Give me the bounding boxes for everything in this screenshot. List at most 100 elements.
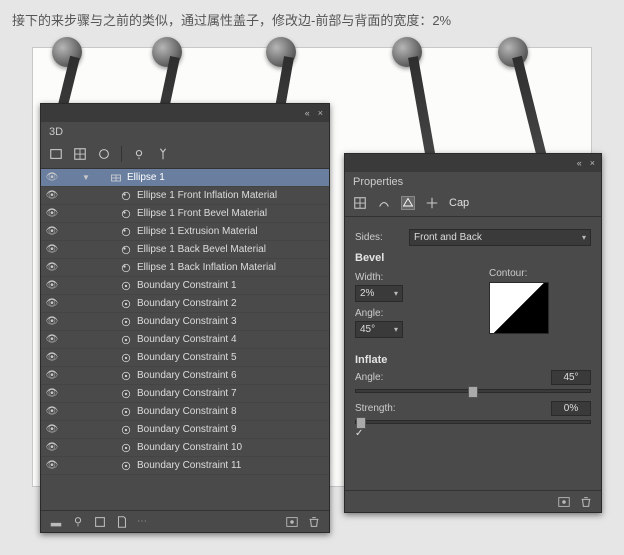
visibility-eye-icon[interactable]: 👁 <box>45 370 59 381</box>
layer-label: Ellipse 1 Front Inflation Material <box>137 190 325 201</box>
visibility-eye-icon[interactable]: 👁 <box>45 262 59 273</box>
bevel-angle-dropdown[interactable]: 45°▾ <box>355 321 403 338</box>
constraint-icon <box>119 315 133 329</box>
delete-icon[interactable] <box>579 495 593 509</box>
layer-list[interactable]: 👁▼Ellipse 1👁Ellipse 1 Front Inflation Ma… <box>41 169 329 475</box>
visibility-eye-icon[interactable]: 👁 <box>45 424 59 435</box>
mesh-section-icon[interactable] <box>353 196 367 210</box>
properties-section-toolbar: Cap <box>345 190 601 217</box>
constraint-icon <box>119 369 133 383</box>
coordinates-section-icon[interactable] <box>425 196 439 210</box>
material-filter-icon[interactable] <box>97 147 111 161</box>
constraint-icon <box>119 405 133 419</box>
3d-panel-footbar: ⋯ <box>41 510 329 532</box>
visibility-eye-icon[interactable]: 👁 <box>45 280 59 291</box>
visibility-eye-icon[interactable]: 👁 <box>45 316 59 327</box>
layer-row[interactable]: 👁 Ellipse 1 Front Inflation Material <box>41 187 329 205</box>
layer-label: Boundary Constraint 5 <box>137 352 325 363</box>
mesh-icon <box>109 171 123 185</box>
visibility-eye-icon[interactable]: 👁 <box>45 406 59 417</box>
render-icon[interactable] <box>285 515 299 529</box>
visibility-eye-icon[interactable]: 👁 <box>45 298 59 309</box>
3d-tab[interactable]: 3D <box>41 122 71 140</box>
inflate-strength-value[interactable]: 0% <box>551 401 591 416</box>
layer-row[interactable]: 👁Boundary Constraint 11 <box>41 457 329 475</box>
layer-row[interactable]: 👁 Boundary Constraint 8 <box>41 403 329 421</box>
page-icon[interactable] <box>115 515 129 529</box>
constraint-icon <box>119 441 133 455</box>
panel-tabbar: « × <box>41 104 329 122</box>
section-title: Cap <box>449 197 469 209</box>
new-mesh-icon[interactable] <box>93 515 107 529</box>
camera-filter-icon[interactable] <box>156 147 170 161</box>
layer-label: Boundary Constraint 9 <box>137 424 325 435</box>
inflate-heading: Inflate <box>355 354 591 366</box>
visibility-eye-icon[interactable]: 👁 <box>45 388 59 399</box>
layer-row[interactable]: 👁Boundary Constraint 3 <box>41 313 329 331</box>
visibility-eye-icon[interactable]: 👁 <box>45 244 59 255</box>
material-icon <box>119 243 133 257</box>
constraint-icon <box>119 297 133 311</box>
slider-thumb[interactable] <box>356 417 366 429</box>
layer-row[interactable]: 👁 Boundary Constraint 9 <box>41 421 329 439</box>
layer-row[interactable]: 👁 Ellipse 1 Back Bevel Material <box>41 241 329 259</box>
twisty-icon[interactable]: ▼ <box>81 173 91 182</box>
layer-row[interactable]: 👁Ellipse 1 Extrusion Material <box>41 223 329 241</box>
bevel-width-label: Width: <box>355 272 403 283</box>
scene-filter-icon[interactable] <box>49 147 63 161</box>
layer-row[interactable]: 👁Ellipse 1 Front Bevel Material <box>41 205 329 223</box>
add-light-icon[interactable] <box>71 515 85 529</box>
layer-row[interactable]: 👁Boundary Constraint 4 <box>41 331 329 349</box>
layer-label: Boundary Constraint 8 <box>137 406 325 417</box>
layer-row[interactable]: 👁 Boundary Constraint 1 <box>41 277 329 295</box>
properties-tab[interactable]: Properties <box>345 172 411 190</box>
visibility-eye-icon[interactable]: 👁 <box>45 226 59 237</box>
layer-row[interactable]: 👁Boundary Constraint 10 <box>41 439 329 457</box>
visibility-eye-icon[interactable]: 👁 <box>45 190 59 201</box>
ground-plane-icon[interactable] <box>49 515 63 529</box>
delete-icon[interactable] <box>307 515 321 529</box>
layer-label: Boundary Constraint 2 <box>137 298 325 309</box>
layer-label: Boundary Constraint 6 <box>137 370 325 381</box>
contour-preview[interactable] <box>489 282 549 334</box>
layer-row[interactable]: 👁 Boundary Constraint 7 <box>41 385 329 403</box>
chevron-down-icon: ▾ <box>582 233 586 242</box>
visibility-eye-icon[interactable]: 👁 <box>45 172 59 183</box>
layer-label: Boundary Constraint 7 <box>137 388 325 399</box>
close-icon[interactable]: × <box>318 108 325 118</box>
layer-row[interactable]: 👁 Boundary Constraint 6 <box>41 367 329 385</box>
bevel-width-dropdown[interactable]: 2%▾ <box>355 285 403 302</box>
layer-label: Boundary Constraint 1 <box>137 280 325 291</box>
collapse-arrows-icon[interactable]: « <box>577 158 584 168</box>
instruction-text: 接下的来步骤与之前的类似，通过属性盖子，修改边-前部与背面的宽度：2% <box>0 0 624 39</box>
constraint-icon <box>119 351 133 365</box>
material-icon <box>119 189 133 203</box>
inflate-angle-value[interactable]: 45° <box>551 370 591 385</box>
chevron-down-icon: ▾ <box>394 325 398 334</box>
visibility-eye-icon[interactable]: 👁 <box>45 460 59 471</box>
layer-row[interactable]: 👁 Ellipse 1 Back Inflation Material <box>41 259 329 277</box>
visibility-eye-icon[interactable]: 👁 <box>45 334 59 345</box>
layer-label: Ellipse 1 Back Bevel Material <box>137 244 325 255</box>
inflate-angle-slider[interactable] <box>355 389 591 393</box>
sides-dropdown[interactable]: Front and Back▾ <box>409 229 591 246</box>
layer-row[interactable]: 👁 Boundary Constraint 2 <box>41 295 329 313</box>
reset-check-icon[interactable]: ✓ <box>355 428 363 439</box>
mesh-filter-icon[interactable] <box>73 147 87 161</box>
slider-thumb[interactable] <box>468 386 478 398</box>
inflate-strength-label: Strength: <box>355 403 411 414</box>
material-icon <box>119 207 133 221</box>
visibility-eye-icon[interactable]: 👁 <box>45 442 59 453</box>
inflate-strength-slider[interactable] <box>355 420 591 424</box>
layer-row[interactable]: 👁 Boundary Constraint 5 <box>41 349 329 367</box>
visibility-eye-icon[interactable]: 👁 <box>45 208 59 219</box>
light-filter-icon[interactable] <box>132 147 146 161</box>
visibility-eye-icon[interactable]: 👁 <box>45 352 59 363</box>
deform-section-icon[interactable] <box>377 196 391 210</box>
layer-row[interactable]: 👁▼Ellipse 1 <box>41 169 329 187</box>
close-icon[interactable]: × <box>590 158 597 168</box>
layer-label: Ellipse 1 Back Inflation Material <box>137 262 325 273</box>
cap-section-icon[interactable] <box>401 196 415 210</box>
render-icon[interactable] <box>557 495 571 509</box>
collapse-arrows-icon[interactable]: « <box>305 108 312 118</box>
